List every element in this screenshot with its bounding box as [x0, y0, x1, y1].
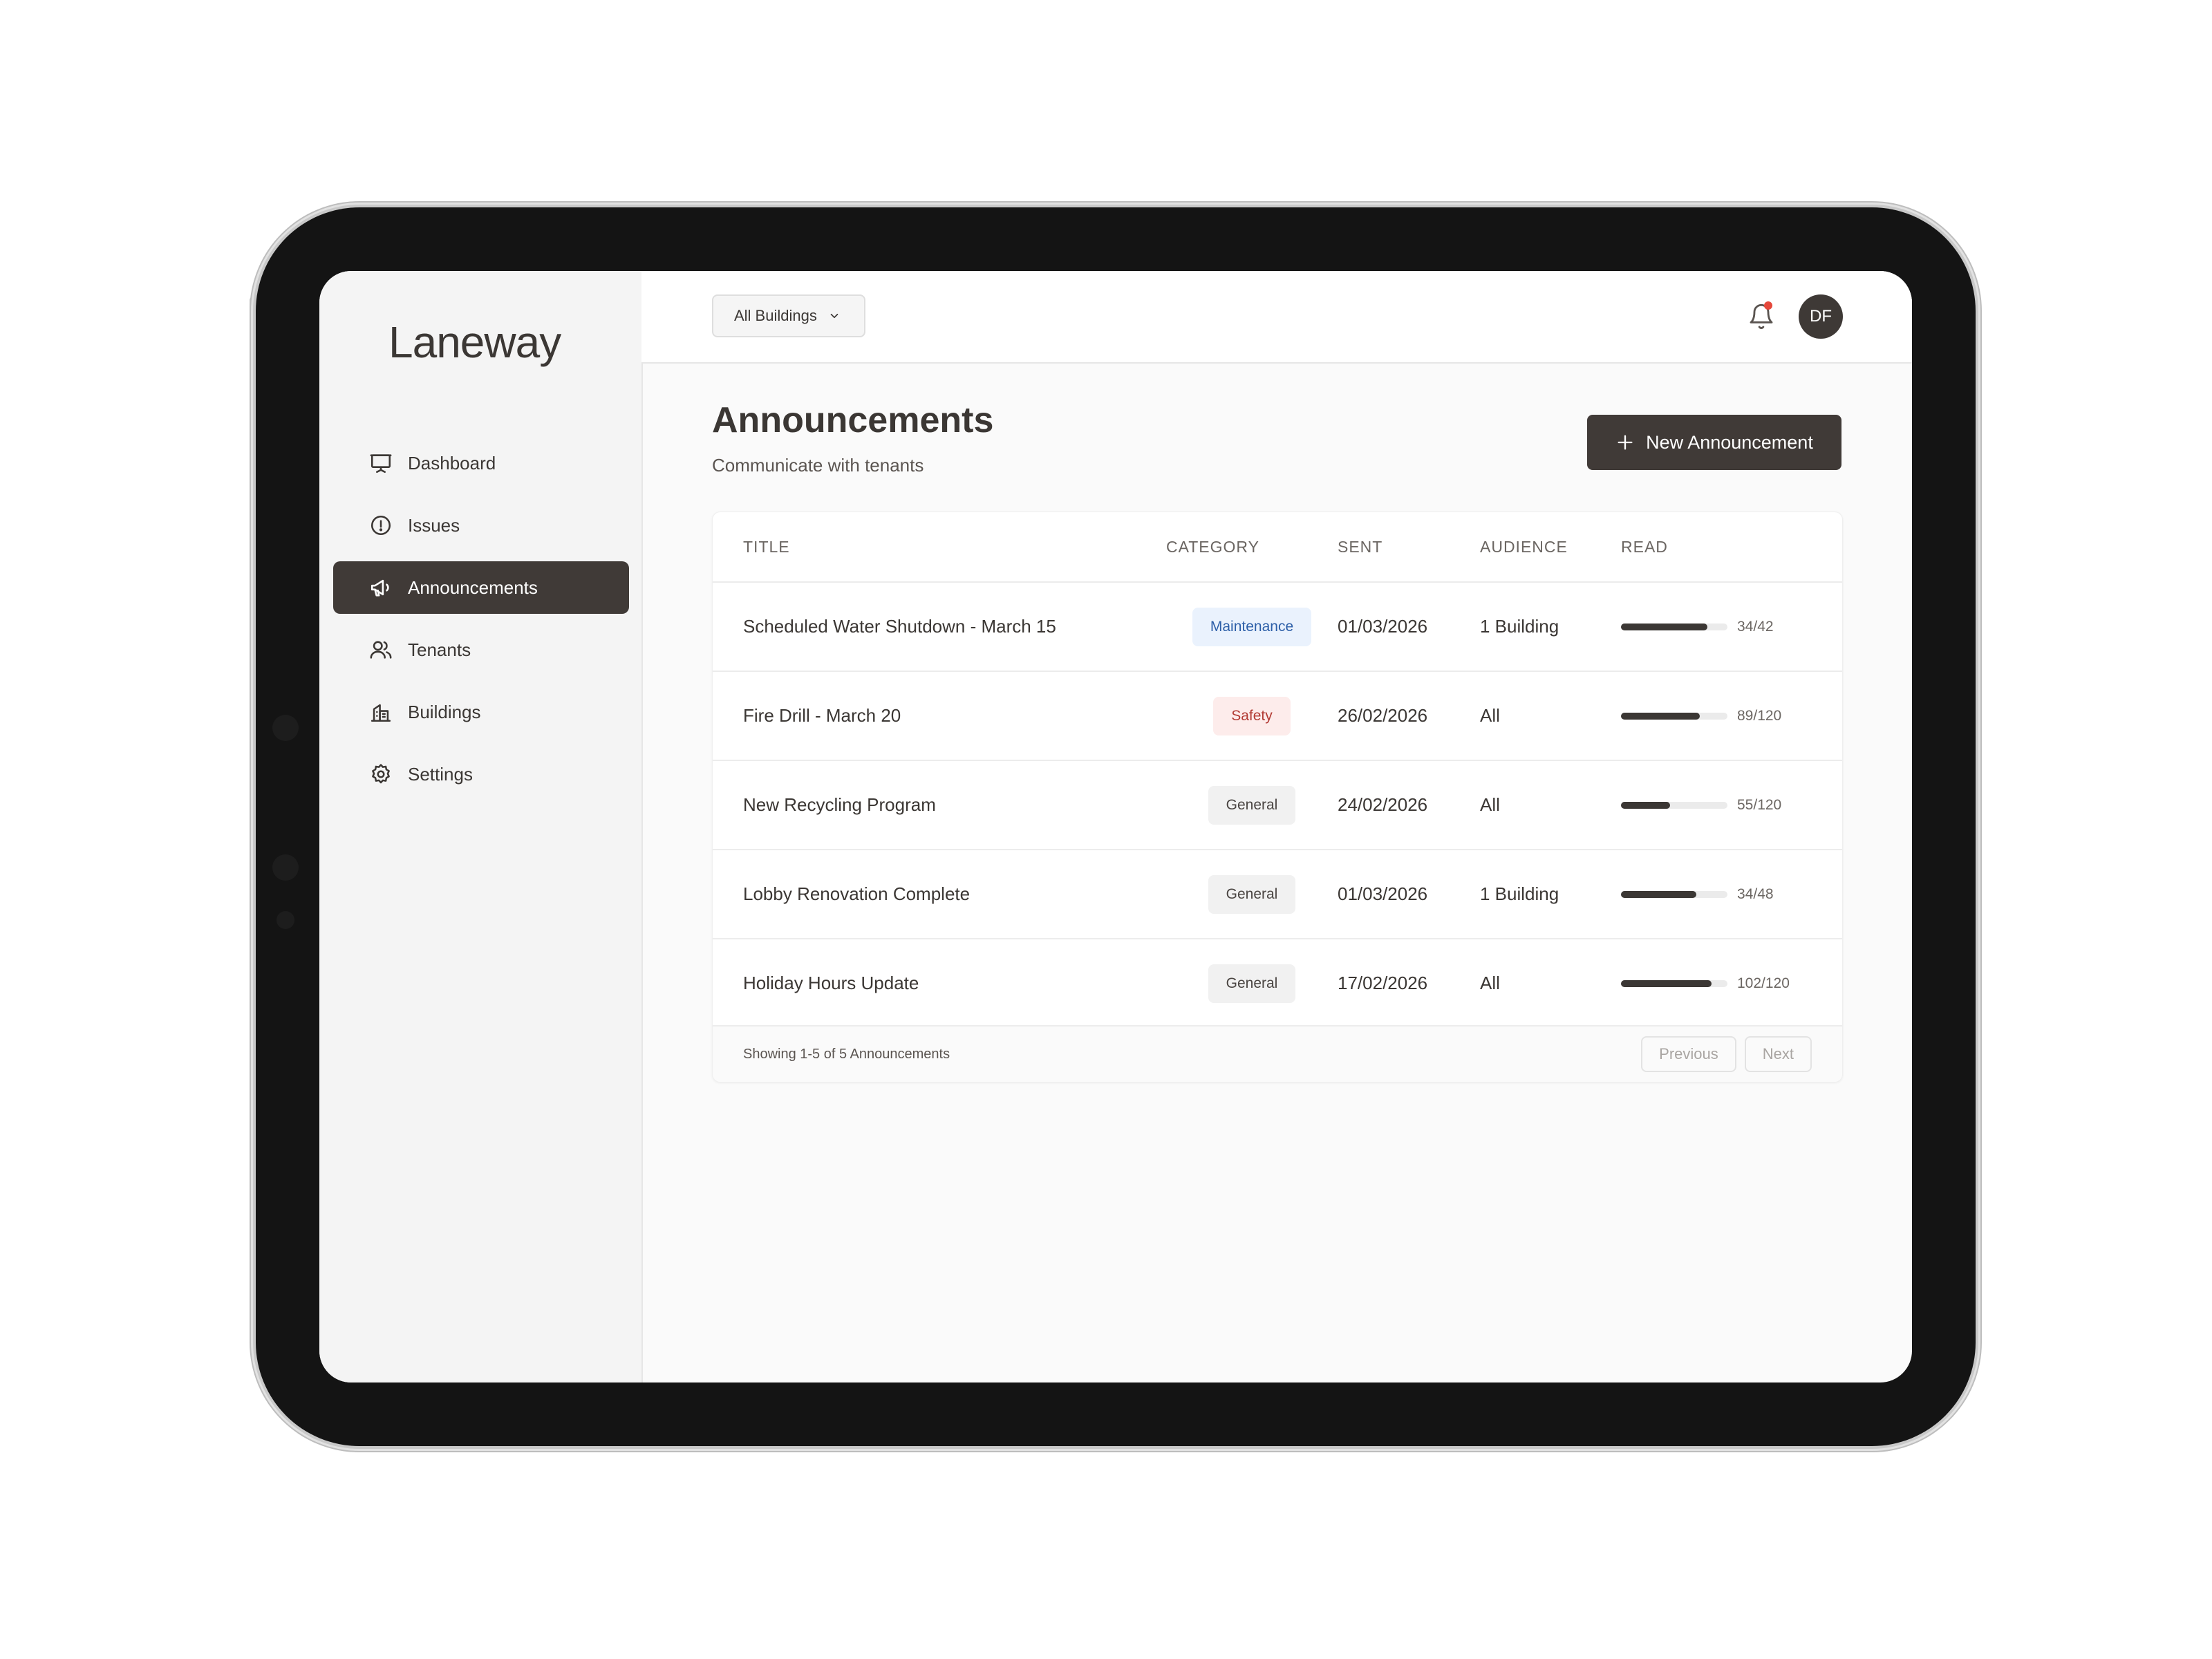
category-badge: General: [1208, 874, 1296, 914]
table-row[interactable]: New Recycling Program General 24/02/2026…: [713, 761, 1842, 850]
previous-page-button[interactable]: Previous: [1641, 1036, 1736, 1072]
building-icon: [369, 700, 393, 724]
read-progress-bar: [1621, 890, 1727, 898]
sidebar-item-issues[interactable]: Issues: [333, 499, 629, 552]
device-top-button-2: [477, 202, 547, 207]
row-sent: 01/03/2026: [1338, 616, 1428, 637]
new-announcement-label: New Announcement: [1646, 431, 1813, 453]
sidebar-item-announcements[interactable]: Announcements: [333, 561, 629, 614]
table-row[interactable]: Fire Drill - March 20 Safety 26/02/2026 …: [713, 672, 1842, 761]
building-filter-value: All Buildings: [734, 307, 817, 324]
row-title: Scheduled Water Shutdown - March 15: [743, 616, 1056, 637]
header-sent: SENT: [1338, 537, 1383, 556]
category-badge: Maintenance: [1192, 607, 1312, 646]
megaphone-icon: [369, 576, 393, 599]
sidebar-nav: Dashboard Issues Announcements Tenants B…: [333, 437, 629, 810]
next-page-button[interactable]: Next: [1744, 1036, 1812, 1072]
sidebar-item-buildings[interactable]: Buildings: [333, 686, 629, 738]
page-title: Announcements: [712, 400, 994, 440]
row-title: Holiday Hours Update: [743, 973, 919, 993]
sidebar-item-label: Dashboard: [408, 452, 496, 474]
new-announcement-button[interactable]: New Announcement: [1587, 415, 1841, 470]
read-progress-bar: [1621, 801, 1727, 809]
alert-circle-icon: [369, 514, 393, 537]
sidebar-item-label: Settings: [408, 763, 473, 785]
device-side-button: [250, 297, 256, 380]
sidebar-item-label: Tenants: [408, 639, 471, 660]
tablet-frame: Laneway Dashboard Issues Announcements T…: [256, 207, 1976, 1446]
building-filter-dropdown[interactable]: All Buildings: [712, 294, 865, 337]
row-audience: All: [1480, 794, 1500, 815]
table-footer: Showing 1-5 of 5 Announcements Previous …: [713, 1025, 1842, 1082]
page-subtitle: Communicate with tenants: [712, 455, 924, 476]
row-title: Fire Drill - March 20: [743, 705, 901, 726]
announcements-table: TITLE CATEGORY SENT AUDIENCE READ Schedu…: [712, 512, 1843, 1082]
header-read: READ: [1621, 537, 1668, 556]
avatar[interactable]: DF: [1799, 294, 1843, 339]
read-progress-bar: [1621, 623, 1727, 630]
sidebar-item-label: Buildings: [408, 701, 481, 722]
users-icon: [369, 638, 393, 662]
pagination-summary: Showing 1-5 of 5 Announcements: [743, 1046, 950, 1062]
category-badge: Safety: [1213, 696, 1291, 735]
category-badge: General: [1208, 785, 1296, 825]
read-count: 34/42: [1737, 618, 1774, 635]
table-header: TITLE CATEGORY SENT AUDIENCE READ: [713, 512, 1842, 583]
row-title: New Recycling Program: [743, 794, 936, 815]
main-content: Announcements Communicate with tenants N…: [641, 362, 1912, 1382]
row-sent: 26/02/2026: [1338, 705, 1428, 726]
read-progress-fill: [1621, 890, 1697, 898]
camera-lens: [272, 854, 299, 881]
category-badge: General: [1208, 964, 1296, 1003]
row-audience: All: [1480, 973, 1500, 993]
sidebar-item-label: Announcements: [408, 577, 538, 598]
app-logo: Laneway: [388, 317, 561, 367]
header-audience: AUDIENCE: [1480, 537, 1568, 556]
table-row[interactable]: Holiday Hours Update General 17/02/2026 …: [713, 939, 1842, 1029]
row-sent: 01/03/2026: [1338, 883, 1428, 904]
chevron-down-icon: [828, 310, 841, 322]
read-progress-fill: [1621, 801, 1670, 809]
sidebar-item-tenants[interactable]: Tenants: [333, 624, 629, 676]
row-audience: 1 Building: [1480, 883, 1559, 904]
sidebar-item-settings[interactable]: Settings: [333, 748, 629, 800]
read-count: 102/120: [1737, 975, 1790, 991]
camera-sensor: [276, 911, 294, 929]
read-progress-fill: [1621, 980, 1712, 987]
table-row[interactable]: Lobby Renovation Complete General 01/03/…: [713, 850, 1842, 939]
device-top-button-1: [391, 202, 460, 207]
row-audience: All: [1480, 705, 1500, 726]
header-title: TITLE: [743, 537, 790, 556]
sidebar: Laneway Dashboard Issues Announcements T…: [319, 271, 643, 1382]
read-progress-fill: [1621, 712, 1700, 720]
read-count: 34/48: [1737, 885, 1774, 902]
header-category: CATEGORY: [1166, 537, 1259, 556]
sidebar-item-label: Issues: [408, 514, 460, 536]
read-progress-bar: [1621, 712, 1727, 720]
plus-icon: [1615, 433, 1635, 452]
presentation-icon: [369, 451, 393, 475]
row-sent: 17/02/2026: [1338, 973, 1428, 993]
notification-dot: [1764, 301, 1772, 310]
read-progress-bar: [1621, 980, 1727, 987]
row-sent: 24/02/2026: [1338, 794, 1428, 815]
read-count: 55/120: [1737, 796, 1782, 813]
read-count: 89/120: [1737, 707, 1782, 724]
screen: Laneway Dashboard Issues Announcements T…: [319, 271, 1912, 1382]
table-row[interactable]: Scheduled Water Shutdown - March 15 Main…: [713, 583, 1842, 672]
row-title: Lobby Renovation Complete: [743, 883, 971, 904]
sidebar-item-dashboard[interactable]: Dashboard: [333, 437, 629, 489]
read-progress-fill: [1621, 623, 1707, 630]
topbar: All Buildings DF: [641, 271, 1912, 364]
row-audience: 1 Building: [1480, 616, 1559, 637]
gear-icon: [369, 762, 393, 786]
camera-lens: [272, 715, 299, 741]
